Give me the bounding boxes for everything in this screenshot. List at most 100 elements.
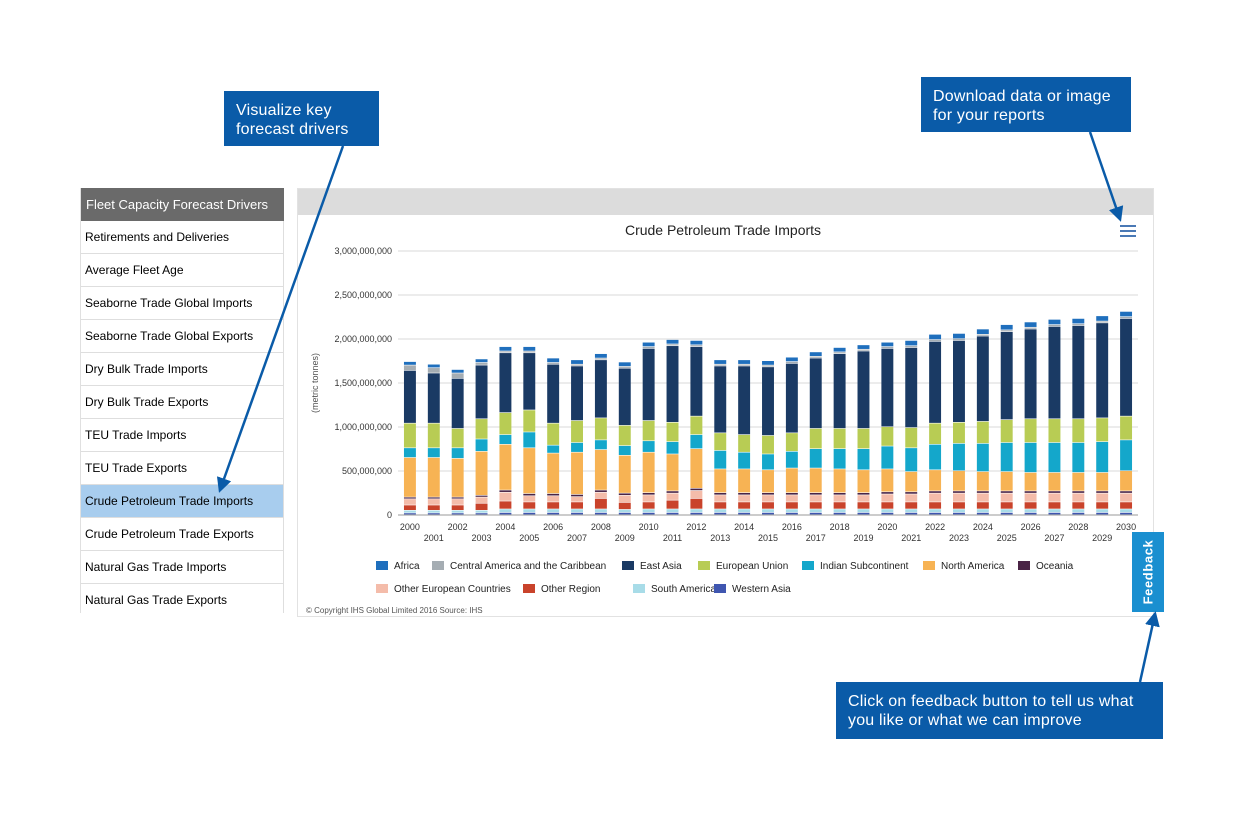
- bar-segment: [642, 452, 655, 493]
- legend-item[interactable]: Indian Subcontinent: [802, 561, 908, 572]
- callout-download-data: Download data or image for your reports: [921, 77, 1131, 132]
- bar-segment: [785, 361, 798, 364]
- bar-segment: [833, 493, 846, 495]
- bar-segment: [475, 451, 488, 496]
- bar-segment: [475, 513, 488, 515]
- bar-segment: [809, 495, 822, 502]
- bar-segment: [953, 333, 965, 339]
- bar-segment: [1096, 512, 1109, 515]
- bar-segment: [1000, 512, 1013, 515]
- legend-item[interactable]: Other Region: [523, 584, 600, 595]
- legend-label: Other Region: [541, 584, 601, 595]
- bar-segment: [1024, 509, 1037, 513]
- bar-segment: [427, 368, 440, 373]
- x-tick-label: 2025: [997, 533, 1017, 543]
- bar-segment: [618, 512, 631, 515]
- bar-segment: [547, 453, 560, 494]
- bar-segment: [666, 454, 679, 491]
- bar-segment: [929, 512, 942, 515]
- feedback-label: Feedback: [1140, 539, 1156, 605]
- legend-item[interactable]: Oceania: [1018, 561, 1073, 572]
- bar-segment: [929, 334, 942, 340]
- bar-segment: [547, 362, 560, 364]
- bar-segment: [618, 425, 631, 446]
- bar-segment: [762, 470, 774, 493]
- legend-item[interactable]: Other European Countries: [376, 584, 511, 595]
- x-tick-label: 2014: [734, 522, 754, 532]
- sidebar-item-dry-bulk-trade-imports[interactable]: Dry Bulk Trade Imports: [81, 353, 284, 386]
- x-tick-label: 2026: [1021, 522, 1041, 532]
- bar-segment: [929, 341, 942, 423]
- sidebar-header: Fleet Capacity Forecast Drivers: [81, 188, 284, 221]
- bar-segment: [738, 493, 751, 495]
- bar-segment: [451, 505, 464, 510]
- x-tick-label: 2021: [901, 533, 921, 543]
- hamburger-menu-icon[interactable]: [1120, 225, 1136, 239]
- bar-segment: [809, 468, 822, 493]
- bar-segment: [618, 362, 631, 367]
- bar-segment: [785, 502, 798, 509]
- sidebar-item-natural-gas-trade-exports[interactable]: Natural Gas Trade Exports: [81, 584, 284, 613]
- sidebar-item-natural-gas-trade-imports[interactable]: Natural Gas Trade Imports: [81, 551, 284, 584]
- bar-segment: [547, 496, 560, 502]
- bar-segment: [809, 428, 822, 449]
- bar-segment: [738, 469, 751, 493]
- bar-segment: [762, 509, 774, 513]
- sidebar-item-seaborne-trade-global-imports[interactable]: Seaborne Trade Global Imports: [81, 287, 284, 320]
- sidebar-item-teu-trade-imports[interactable]: TEU Trade Imports: [81, 419, 284, 452]
- sidebar-item-dry-bulk-trade-exports[interactable]: Dry Bulk Trade Exports: [81, 386, 284, 419]
- legend-item[interactable]: East Asia: [622, 561, 682, 572]
- bar-segment: [714, 493, 727, 495]
- bar-segment: [499, 512, 512, 515]
- bar-segment: [1000, 419, 1013, 443]
- legend-item[interactable]: Western Asia: [714, 584, 791, 595]
- bar-segment: [1000, 471, 1013, 491]
- bar-segment: [427, 505, 440, 510]
- sidebar-item-teu-trade-exports[interactable]: TEU Trade Exports: [81, 452, 284, 485]
- legend-item[interactable]: Central America and the Caribbean: [432, 561, 606, 572]
- feedback-button[interactable]: Feedback: [1132, 532, 1164, 612]
- legend-label: North America: [941, 561, 1005, 572]
- bar-segment: [403, 370, 416, 423]
- bar-segment: [785, 495, 798, 502]
- bar-segment: [785, 451, 798, 468]
- bar-segment: [809, 509, 822, 513]
- bar-segment: [929, 470, 942, 491]
- sidebar-item-retirements-and-deliveries[interactable]: Retirements and Deliveries: [81, 221, 284, 254]
- bar-segment: [499, 412, 512, 435]
- bar-segment: [475, 439, 488, 452]
- sidebar-item-seaborne-trade-global-exports[interactable]: Seaborne Trade Global Exports: [81, 320, 284, 353]
- bar-segment: [905, 494, 918, 502]
- x-tick-label: 2004: [495, 522, 515, 532]
- bar-segment: [523, 496, 536, 502]
- bar-segment: [881, 348, 894, 427]
- bar-segment: [1024, 442, 1037, 473]
- bar-segment: [857, 345, 870, 349]
- legend-item[interactable]: European Union: [698, 561, 788, 572]
- bar-segment: [738, 452, 751, 469]
- legend-item[interactable]: South America: [633, 584, 716, 595]
- x-tick-label: 2030: [1116, 522, 1136, 532]
- bar-segment: [881, 494, 894, 502]
- bar-segment: [1048, 502, 1061, 509]
- bar-segment: [1072, 493, 1085, 502]
- legend-swatch: [633, 584, 645, 593]
- bar-segment: [451, 510, 464, 513]
- bar-segment: [714, 495, 727, 502]
- bar-segment: [881, 342, 894, 347]
- bar-segment: [857, 351, 870, 429]
- legend-item[interactable]: Africa: [376, 561, 420, 572]
- bar-segment: [403, 361, 416, 365]
- bar-segment: [571, 509, 583, 513]
- sidebar-item-crude-petroleum-trade-imports[interactable]: Crude Petroleum Trade Imports: [81, 485, 284, 518]
- bar-segment: [738, 512, 751, 515]
- bar-segment: [1096, 509, 1109, 513]
- bar-segment: [809, 502, 822, 509]
- sidebar-item-average-fleet-age[interactable]: Average Fleet Age: [81, 254, 284, 287]
- sidebar-item-crude-petroleum-trade-exports[interactable]: Crude Petroleum Trade Exports: [81, 518, 284, 551]
- bar-segment: [953, 491, 965, 493]
- bar-segment: [905, 502, 918, 509]
- bar-segment: [905, 512, 918, 515]
- legend-item[interactable]: North America: [923, 561, 1004, 572]
- bar-segment: [451, 458, 464, 497]
